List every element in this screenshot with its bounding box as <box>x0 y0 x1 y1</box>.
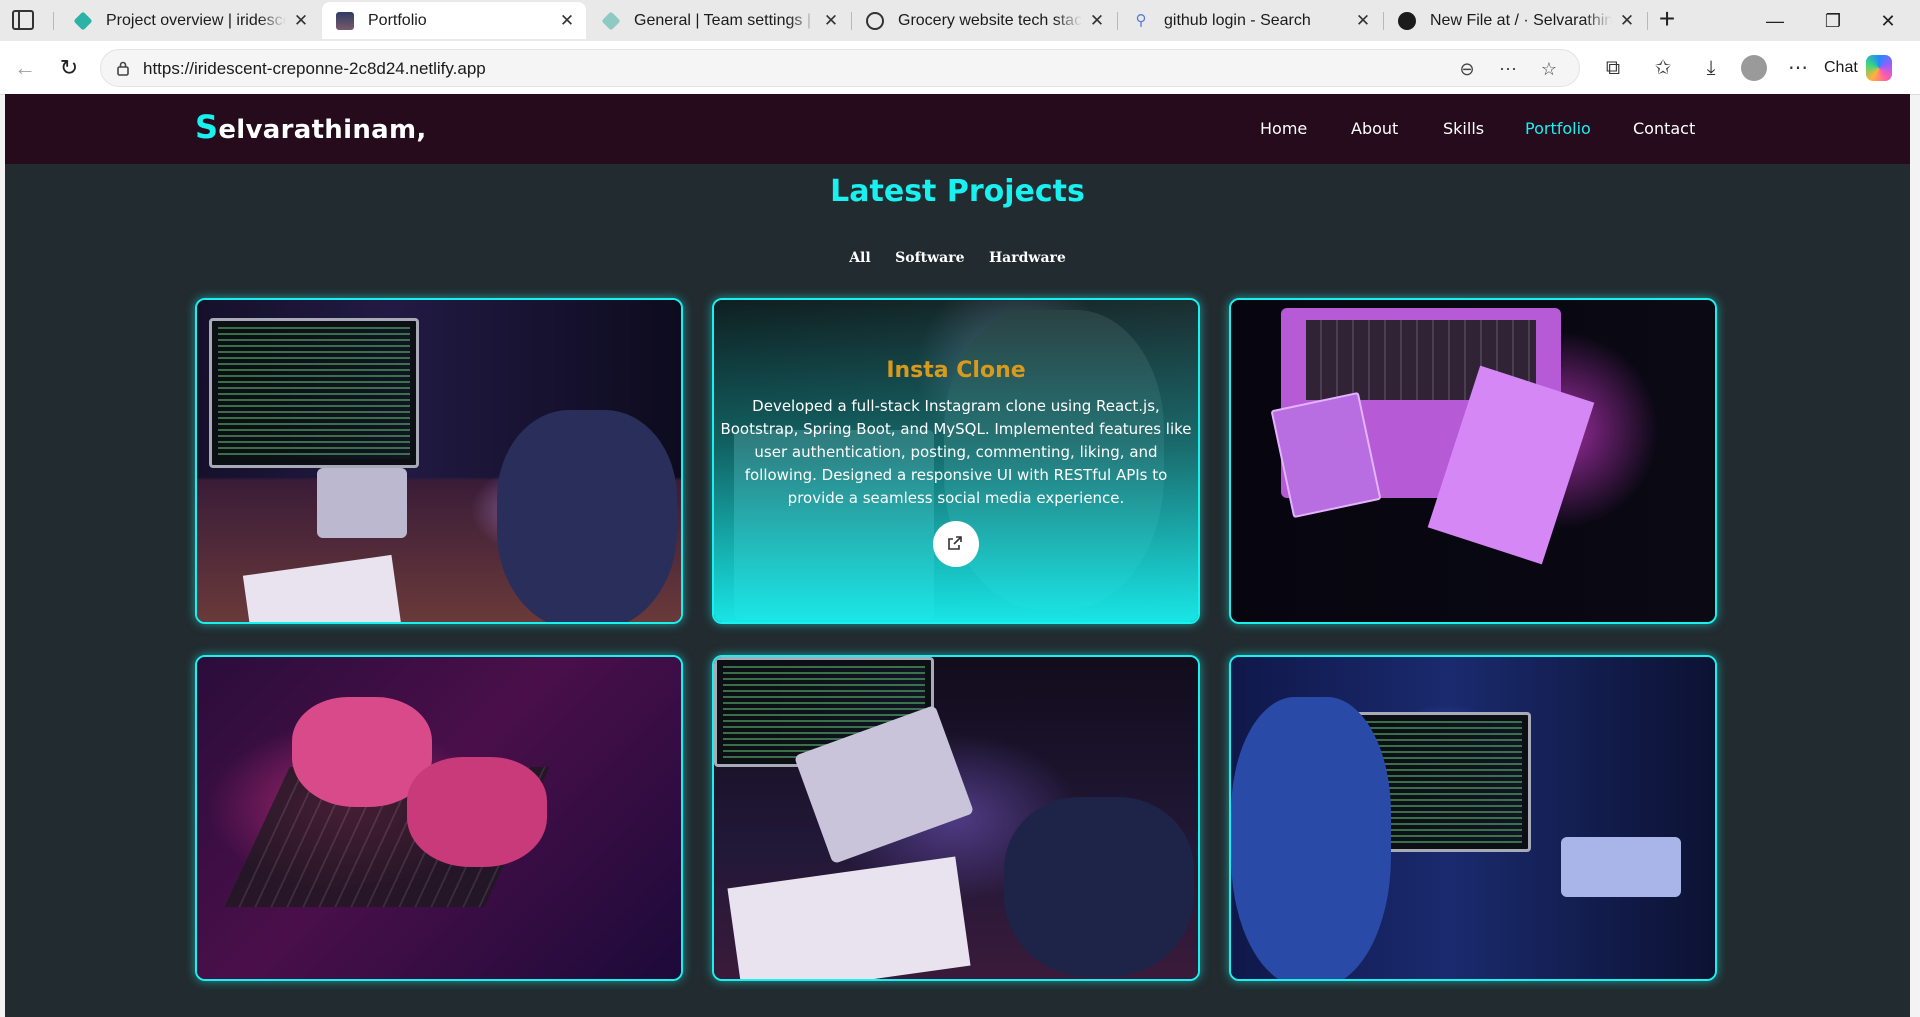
tab-github-new-file[interactable]: New File at / · Selvarathinam ✕ <box>1384 2 1646 39</box>
project-card-insta-clone[interactable]: Insta Clone Developed a full-stack Insta… <box>712 298 1200 624</box>
portfolio-favicon <box>336 11 354 30</box>
close-icon[interactable]: ✕ <box>1354 11 1372 31</box>
tab-project-overview[interactable]: Project overview | iridescent-creponne ✕ <box>60 2 320 39</box>
tab-label: Project overview | iridescent-creponne <box>106 11 286 29</box>
nav-portfolio[interactable]: Portfolio <box>1525 119 1591 138</box>
downloads-icon[interactable]: ⤓ <box>1697 54 1725 82</box>
project-description: Developed a full-stack Instagram clone u… <box>720 397 1192 507</box>
close-icon[interactable]: ✕ <box>1618 11 1636 31</box>
extensions-puzzle-icon[interactable]: ⧉ <box>1599 54 1627 82</box>
site-navbar: Selvarathinam, Home About Skills Portfol… <box>5 94 1910 164</box>
tab-strip: Project overview | iridescent-creponne ✕… <box>0 0 1920 41</box>
nav-contact[interactable]: Contact <box>1633 119 1695 138</box>
section-title: Latest Projects <box>830 174 1085 209</box>
zoom-out-icon[interactable]: ⊖ <box>1456 58 1478 80</box>
tab-separator <box>1647 12 1648 30</box>
external-link-icon <box>948 536 962 550</box>
filter-hardware[interactable]: Hardware <box>989 250 1066 266</box>
project-filters: All Software Hardware <box>5 249 1910 267</box>
project-card[interactable] <box>1229 298 1717 624</box>
tab-separator <box>53 12 54 30</box>
tab-label: New File at / · Selvarathinam <box>1430 11 1612 29</box>
chatgpt-icon <box>866 11 884 30</box>
project-hover-overlay: Insta Clone Developed a full-stack Insta… <box>714 300 1198 622</box>
new-tab-plus-icon[interactable]: + <box>1652 5 1682 35</box>
close-icon[interactable]: ✕ <box>822 11 840 31</box>
more-options-icon[interactable]: ⋯ <box>1784 54 1812 82</box>
address-toolbar: ← ↻ https://iridescent-creponne-2c8d24.n… <box>0 41 1920 95</box>
window-close-icon[interactable]: ✕ <box>1868 6 1908 36</box>
project-image <box>714 657 1198 979</box>
tab-team-settings[interactable]: General | Team settings | selvarathinam … <box>588 2 850 39</box>
github-icon <box>1398 11 1416 30</box>
tab-portfolio[interactable]: Portfolio ✕ <box>322 2 586 39</box>
search-icon: ⚲ <box>1135 11 1147 29</box>
lock-icon[interactable] <box>115 60 131 76</box>
project-card[interactable] <box>712 655 1200 981</box>
tab-grocery-tech-stack[interactable]: Grocery website tech stack ✕ <box>852 2 1116 39</box>
close-icon[interactable]: ✕ <box>292 11 310 31</box>
portfolio-page: Selvarathinam, Home About Skills Portfol… <box>5 94 1910 1017</box>
filter-software[interactable]: Software <box>895 250 964 266</box>
brand-name: elvarathinam, <box>218 115 427 145</box>
url-text[interactable]: https://iridescent-creponne-2c8d24.netli… <box>143 59 486 79</box>
tab-label: Grocery website tech stack <box>898 11 1082 29</box>
project-card[interactable] <box>1229 655 1717 981</box>
sidebar-toggle-icon[interactable] <box>12 10 34 30</box>
project-image <box>1231 657 1715 979</box>
close-icon[interactable]: ✕ <box>558 11 576 31</box>
address-bar[interactable]: https://iridescent-creponne-2c8d24.netli… <box>100 49 1580 87</box>
project-image <box>1231 300 1715 622</box>
close-icon[interactable]: ✕ <box>1088 11 1106 31</box>
chat-label: Chat <box>1824 59 1858 76</box>
brand-initial: S <box>195 108 219 146</box>
project-card[interactable] <box>195 298 683 624</box>
copilot-icon <box>1865 55 1892 81</box>
favorite-star-icon[interactable]: ☆ <box>1538 58 1560 80</box>
project-image <box>197 657 681 979</box>
netlify-diamond-icon <box>73 10 93 31</box>
profile-avatar[interactable] <box>1741 55 1767 81</box>
restore-icon[interactable]: ❐ <box>1813 6 1853 36</box>
nav-about[interactable]: About <box>1351 119 1398 138</box>
project-image <box>197 300 681 622</box>
project-card[interactable] <box>195 655 683 981</box>
nav-skills[interactable]: Skills <box>1443 119 1484 138</box>
read-aloud-icon[interactable]: ⋯ <box>1497 58 1519 80</box>
project-title: Insta Clone <box>886 358 1026 383</box>
netlify-diamond-icon <box>601 10 621 31</box>
minimize-icon[interactable]: — <box>1755 6 1795 36</box>
refresh-icon[interactable]: ↻ <box>54 53 84 83</box>
tab-label: github login - Search <box>1164 11 1311 29</box>
project-link-button[interactable] <box>933 521 979 567</box>
favorites-icon[interactable]: ✩ <box>1649 54 1677 82</box>
tab-label: Portfolio <box>368 11 427 29</box>
brand-logo[interactable]: Selvarathinam, <box>195 108 427 146</box>
filter-all[interactable]: All <box>849 250 871 266</box>
back-arrow-icon[interactable]: ← <box>10 53 40 83</box>
nav-home[interactable]: Home <box>1260 119 1307 138</box>
tab-github-search[interactable]: ⚲ github login - Search ✕ <box>1118 2 1382 39</box>
chat-button[interactable]: Chat <box>1824 50 1892 86</box>
tab-label: General | Team settings | selvarathinam <box>634 11 816 29</box>
